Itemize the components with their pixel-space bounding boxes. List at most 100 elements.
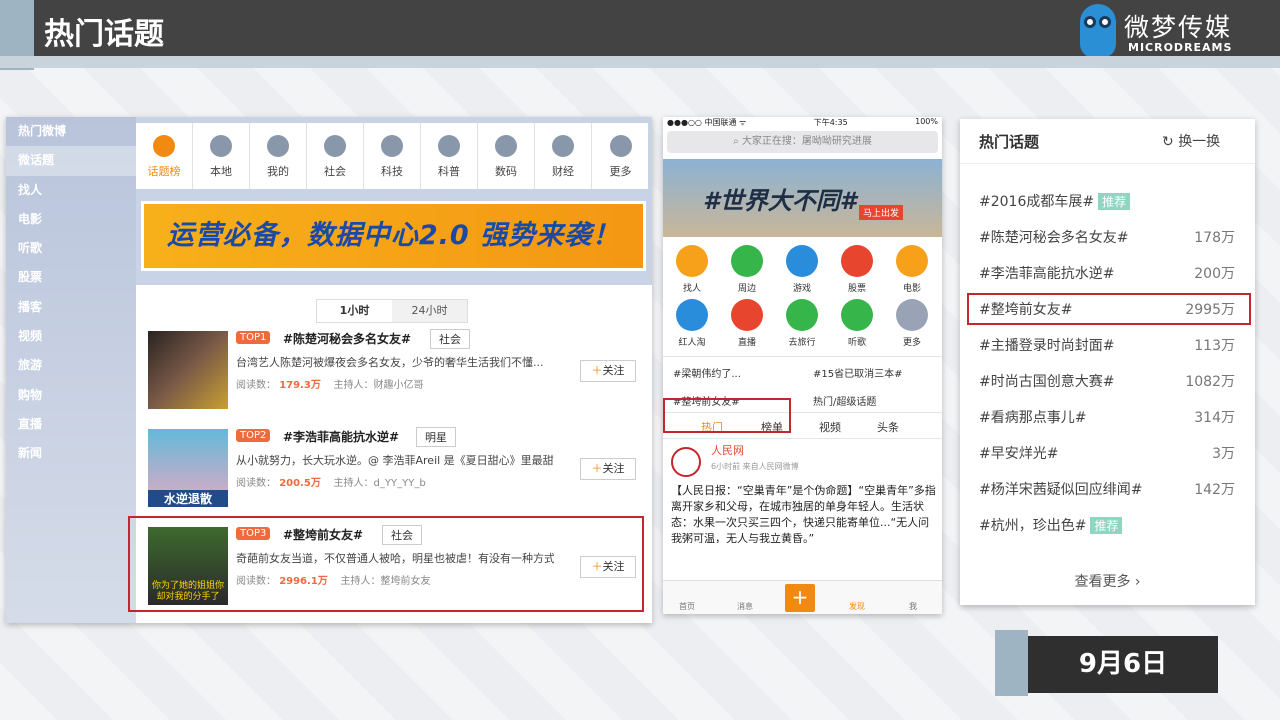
tab-science[interactable]: 科普 <box>421 123 478 189</box>
follow-button[interactable]: ＋关注 <box>580 360 636 382</box>
hot-topic-row[interactable]: #杭州，珍出色# 推荐 <box>979 515 1235 539</box>
tab-local[interactable]: 本地 <box>193 123 250 189</box>
hot-topic-title: #2016成都车展# <box>979 194 1095 210</box>
follow-button[interactable]: ＋关注 <box>580 458 636 480</box>
banner-title: #世界大不同# <box>703 187 857 215</box>
plus-icon: ＋ <box>591 364 603 377</box>
nav-message[interactable]: 消息 <box>737 601 753 612</box>
hot-topic-row[interactable]: #杨洋宋茜疑似回应绯闻# 142万 <box>979 479 1235 503</box>
sidebar-item[interactable]: 视频 <box>6 322 136 351</box>
sidebar-item[interactable]: 听歌 <box>6 234 136 263</box>
hot-topics-panel: 热门话题 ↻ 换一换 #2016成都车展# 推荐 #陈楚河秘会多名女友# 178万 … <box>960 119 1255 605</box>
host-name[interactable]: d_YY_YY_b <box>374 478 426 489</box>
nav-me[interactable]: 我 <box>909 601 917 612</box>
grid-label: 电影 <box>902 284 921 294</box>
divider <box>960 163 1255 164</box>
post-author[interactable]: 人民网 <box>711 443 744 459</box>
grid-item[interactable]: 股票 <box>831 245 883 294</box>
post-text: 【人民日报：“空巢青年”是个伪命题】“空巢青年”多指离开家乡和父母，在城市独居的… <box>671 484 936 543</box>
hot-topic-row[interactable]: #2016成都车展# 推荐 <box>979 191 1235 215</box>
topic-link[interactable]: 热门/超级话题 <box>813 393 876 408</box>
grid-item[interactable]: 红人淘 <box>666 299 718 348</box>
sidebar-item[interactable]: 微话题 <box>6 146 136 176</box>
tab-video[interactable]: 视频 <box>819 419 841 435</box>
follow-label: 关注 <box>602 364 625 377</box>
post-time: 6小时前 来自人民网微博 <box>711 462 799 471</box>
topic-title[interactable]: #李浩菲高能抗水逆# <box>283 428 399 445</box>
thumbnail-caption: 水逆退散 <box>148 490 228 507</box>
grid-item[interactable]: 直播 <box>721 299 773 348</box>
grid-label: 更多 <box>902 338 921 348</box>
hot-topic-row[interactable]: #看病那点事儿# 314万 <box>979 407 1235 431</box>
topic-desc: 台湾艺人陈楚河被爆夜会多名女友，少爷的奢华生活我们不懂... <box>236 356 544 369</box>
tab-label: 我的 <box>267 165 289 178</box>
sidebar-item[interactable]: 新闻 <box>6 439 136 468</box>
date-label: 9月6日 <box>1028 636 1218 693</box>
mobile-banner[interactable]: #世界大不同# 马上出发 <box>663 159 942 237</box>
search-input[interactable]: ⌕ 大家正在搜：屠呦呦研究进展 <box>667 131 938 153</box>
phone-icon <box>495 135 517 157</box>
topic-link[interactable]: #梁朝伟约了... <box>673 365 741 380</box>
tab-finance[interactable]: 财经 <box>535 123 592 189</box>
view-more-link[interactable]: 查看更多 › <box>960 571 1255 591</box>
owl-icon <box>1080 4 1116 58</box>
tab-label: 科技 <box>381 165 403 178</box>
tab-tech[interactable]: 科技 <box>364 123 421 189</box>
sidebar-item[interactable]: 旅游 <box>6 351 136 380</box>
sidebar-item[interactable]: 热门微博 <box>6 117 136 146</box>
sidebar-item[interactable]: 股票 <box>6 263 136 292</box>
topic-row[interactable]: TOP1 #陈楚河秘会多名女友# 社会 台湾艺人陈楚河被爆夜会多名女友，少爷的奢… <box>148 329 638 413</box>
sidebar-item[interactable]: 找人 <box>6 176 136 205</box>
tab-24h[interactable]: 24小时 <box>392 300 467 322</box>
hot-topic-row[interactable]: #时尚古国创意大赛# 1082万 <box>979 371 1235 395</box>
hot-topic-row[interactable]: #陈楚河秘会多名女友# 178万 <box>979 227 1235 251</box>
sidebar-item[interactable]: 购物 <box>6 381 136 410</box>
grid-item[interactable]: 游戏 <box>776 245 828 294</box>
feed-post[interactable]: 人民网 6小时前 来自人民网微博 【人民日报：“空巢青年”是个伪命题】“空巢青年… <box>663 439 942 549</box>
grid-item[interactable]: 周边 <box>721 245 773 294</box>
category-tag[interactable]: 明星 <box>416 427 456 447</box>
hot-topic-row[interactable]: #主播登录时尚封面# 113万 <box>979 335 1235 359</box>
recommend-badge: 推荐 <box>1090 517 1123 534</box>
topic-link[interactable]: #15省已取消三本# <box>813 365 902 380</box>
grid-item[interactable]: 去旅行 <box>776 299 828 348</box>
search-icon: ⌕ <box>733 136 742 147</box>
banner-button[interactable]: 马上出发 <box>859 205 904 220</box>
nav-home[interactable]: 首页 <box>679 601 695 612</box>
tab-mine[interactable]: 我的 <box>250 123 307 189</box>
tab-more[interactable]: 更多 <box>592 123 649 189</box>
topic-title[interactable]: #陈楚河秘会多名女友# <box>283 330 411 347</box>
category-tag[interactable]: 社会 <box>430 329 470 349</box>
grid-label: 周边 <box>737 284 756 294</box>
tab-topic-rank[interactable]: 话题榜 <box>136 123 193 189</box>
hot-topic-title: #主播登录时尚封面# <box>979 338 1115 354</box>
avatar[interactable] <box>671 447 701 477</box>
host-name[interactable]: 财趣小亿哥 <box>374 380 424 391</box>
sidebar-item[interactable]: 电影 <box>6 205 136 234</box>
sidebar-item[interactable]: 直播 <box>6 410 136 439</box>
nav-discover[interactable]: 发现 <box>849 601 865 612</box>
tab-society[interactable]: 社会 <box>307 123 364 189</box>
user-icon <box>267 135 289 157</box>
sidebar-item[interactable]: 播客 <box>6 293 136 322</box>
tab-digital[interactable]: 数码 <box>478 123 535 189</box>
refresh-icon: ↻ <box>1162 134 1179 150</box>
grid-item[interactable]: 听歌 <box>831 299 883 348</box>
topic-thumbnail <box>148 331 228 409</box>
grid-item[interactable]: 电影 <box>886 245 938 294</box>
tab-1h[interactable]: 1小时 <box>317 300 392 322</box>
hot-topic-title: #李浩菲高能抗水逆# <box>979 266 1115 282</box>
hot-topic-row[interactable]: #早安烊光# 3万 <box>979 443 1235 467</box>
grid-item[interactable]: 找人 <box>666 245 718 294</box>
tab-label: 财经 <box>552 165 574 178</box>
compose-button[interactable]: + <box>785 584 815 612</box>
topic-row[interactable]: 水逆退散 TOP2 #李浩菲高能抗水逆# 明星 从小就努力，长大玩水逆。@ 李浩… <box>148 427 638 511</box>
follow-label: 关注 <box>602 462 625 475</box>
tab-headline[interactable]: 头条 <box>877 419 899 435</box>
refresh-button[interactable]: ↻ 换一换 <box>1162 131 1220 151</box>
promo-banner[interactable]: 运营必备，数据中心2.0 强势来袭！ <box>141 201 646 271</box>
hot-topic-row[interactable]: #李浩菲高能抗水逆# 200万 <box>979 263 1235 287</box>
grid-item[interactable]: 更多 <box>886 299 938 348</box>
date-accent <box>995 630 1028 696</box>
atom-icon <box>438 135 460 157</box>
